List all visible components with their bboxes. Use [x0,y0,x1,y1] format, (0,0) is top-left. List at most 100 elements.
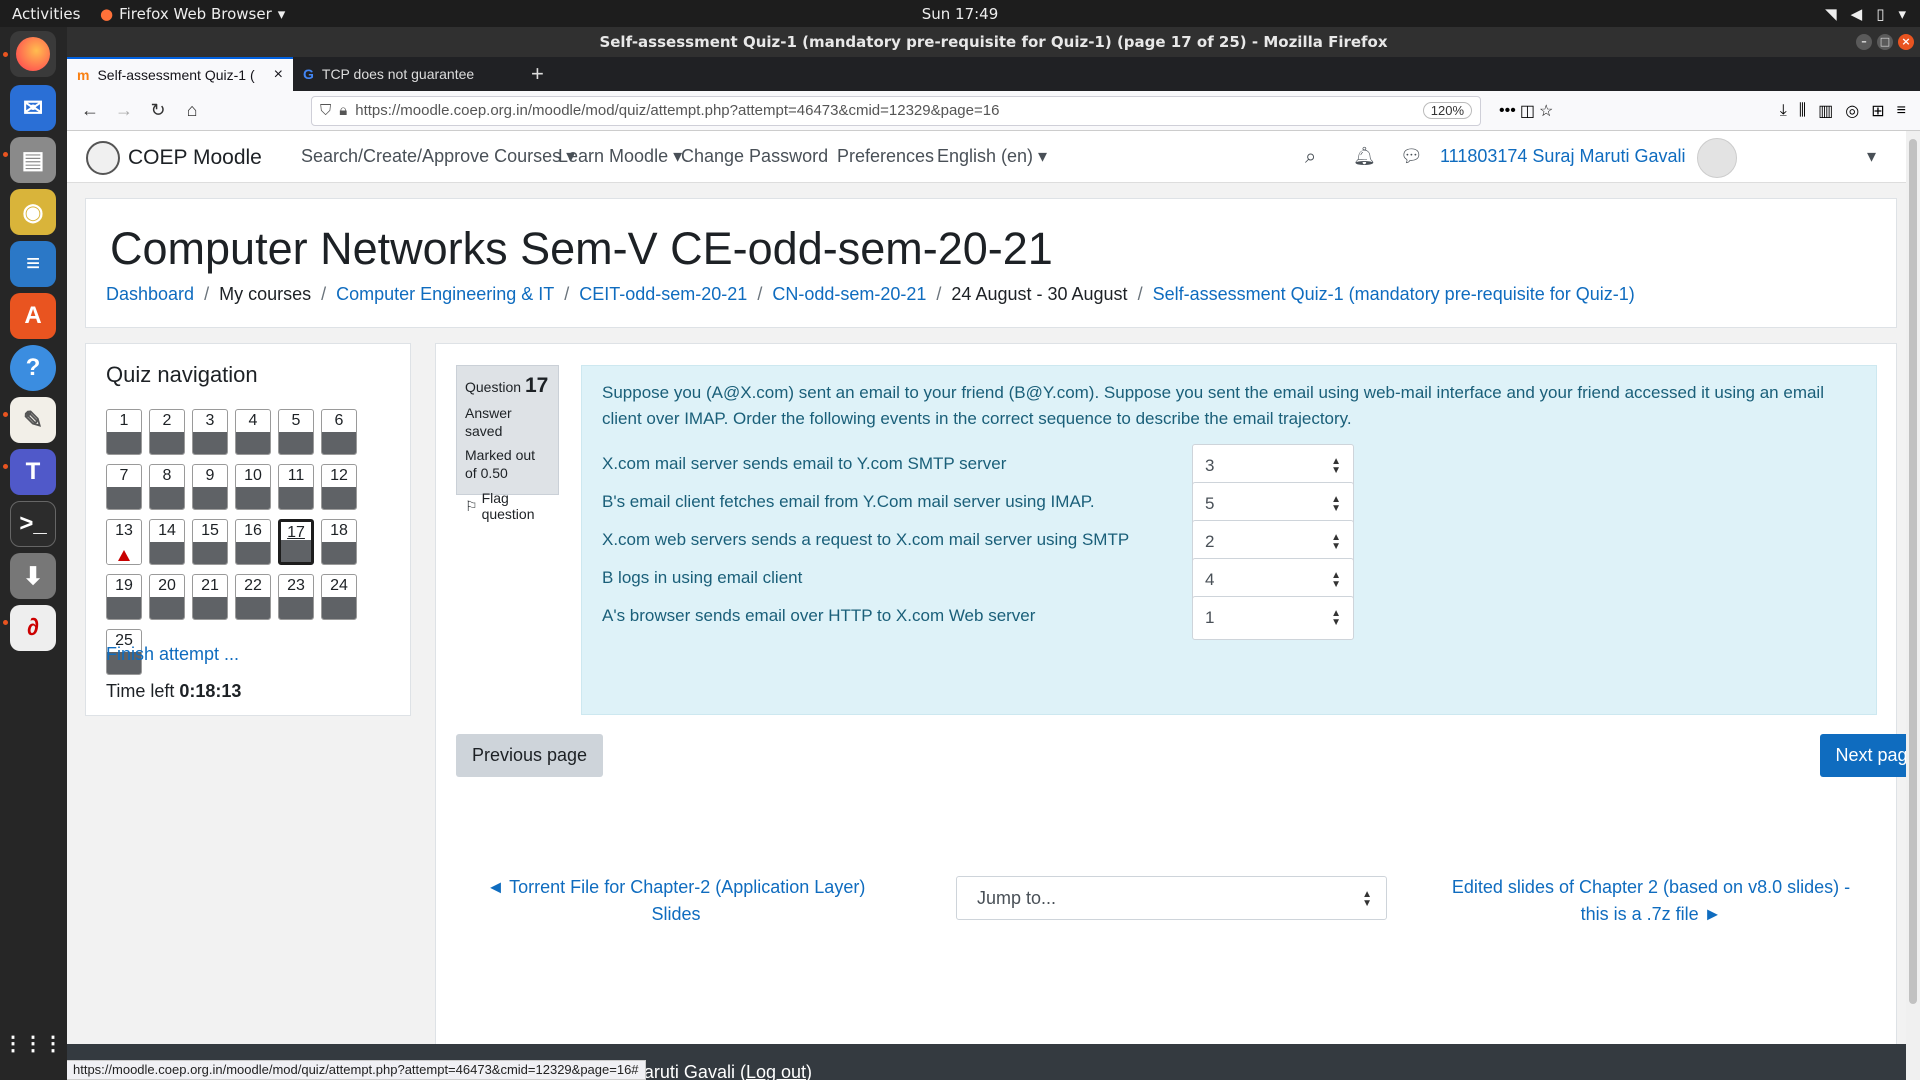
tab-quiz[interactable]: m Self-assessment Quiz-1 ( × [67,57,293,91]
quiz-nav-question-10[interactable]: 10 [235,464,271,510]
close-window-button[interactable]: × [1898,34,1914,50]
teams-dock-icon[interactable]: T [10,449,56,495]
installer-dock-icon[interactable]: ⬇ [10,553,56,599]
quiz-nav-question-2[interactable]: 2 [149,409,185,455]
quiz-nav-question-21[interactable]: 21 [192,574,228,620]
select-arrows-icon: ▲ ▼ [1331,608,1341,628]
nav-language[interactable]: English (en) ▾ [937,146,1047,167]
quiz-nav-question-3[interactable]: 3 [192,409,228,455]
breadcrumb-category[interactable]: Computer Engineering & IT [336,284,554,305]
nav-learn-moodle[interactable]: Learn Moodle ▾ [558,146,682,167]
user-menu-name[interactable]: 111803174 Suraj Maruti Gavali [1440,146,1685,167]
minimize-button[interactable]: – [1856,34,1872,50]
tab-google-search[interactable]: G TCP does not guarantee [293,57,519,91]
logout-link[interactable]: Log out [746,1062,806,1080]
show-applications-icon[interactable]: ⋮⋮⋮ [3,1020,63,1066]
help-dock-icon[interactable]: ? [10,345,56,391]
pocket-icon[interactable]: ◫ [1520,101,1535,121]
finish-attempt-link[interactable]: Finish attempt ... [106,644,239,665]
search-icon[interactable]: ⌕ [1305,146,1316,169]
page-actions-icon[interactable]: ••• [1499,102,1516,120]
nav-preferences[interactable]: Preferences [837,146,934,167]
previous-activity-link[interactable]: ◄ Torrent File for Chapter-2 (Applicatio… [486,874,866,928]
thunderbird-dock-icon[interactable]: ✉ [10,85,56,131]
app-menu[interactable]: ● Firefox Web Browser ▾ [100,5,285,23]
downloads-icon[interactable]: ⤓ [1780,102,1787,120]
extensions-icon[interactable]: ⊞ [1871,101,1884,121]
shield-icon[interactable]: ⛉ [320,102,331,119]
quiz-nav-question-1[interactable]: 1 [106,409,142,455]
sidebar-icon[interactable]: ▥ [1818,101,1833,121]
files-dock-icon[interactable]: ▤ [10,137,56,183]
site-brand[interactable]: COEP Moodle [86,141,262,175]
clock[interactable]: Sun 17:49 [922,5,999,23]
breadcrumb-subcategory[interactable]: CEIT-odd-sem-20-21 [579,284,747,305]
quiz-nav-question-16[interactable]: 16 [235,519,271,565]
page-scrollbar[interactable] [1906,131,1920,1080]
quiz-nav-question-9[interactable]: 9 [192,464,228,510]
reload-button[interactable]: ↻ [143,96,173,126]
quiz-nav-question-24[interactable]: 24 [321,574,357,620]
previous-page-button[interactable]: Previous page [456,734,603,777]
maximize-button[interactable]: □ [1877,34,1893,50]
breadcrumb-quiz[interactable]: Self-assessment Quiz-1 (mandatory pre-re… [1153,284,1635,305]
jump-to-select[interactable]: Jump to... ▲ ▼ [956,876,1387,920]
quiz-nav-question-23[interactable]: 23 [278,574,314,620]
breadcrumb-course[interactable]: CN-odd-sem-20-21 [772,284,926,305]
avatar[interactable] [1697,138,1737,178]
url-text[interactable]: https://moodle.coep.org.in/moodle/mod/qu… [355,102,1415,119]
close-tab-icon[interactable]: × [274,66,283,84]
quiz-nav-question-19[interactable]: 19 [106,574,142,620]
quiz-nav-question-7[interactable]: 7 [106,464,142,510]
flag-question-link[interactable]: ⚐ Flag question [465,490,550,522]
quiz-nav-question-8[interactable]: 8 [149,464,185,510]
quiz-nav-state [322,597,356,619]
quiz-nav-question-13[interactable]: 13 [106,519,142,565]
quiz-nav-question-20[interactable]: 20 [149,574,185,620]
bookmark-star-icon[interactable]: ☆ [1539,101,1553,121]
quiz-nav-number: 4 [248,412,258,429]
url-bar[interactable]: ⛉ 🔒︎ https://moodle.coep.org.in/moodle/m… [311,95,1481,126]
forward-button[interactable]: → [109,96,139,126]
quiz-nav-question-11[interactable]: 11 [278,464,314,510]
messages-icon[interactable]: 💬︎ [1400,146,1423,167]
quiz-nav-question-14[interactable]: 14 [149,519,185,565]
library-icon[interactable]: ⫼ [1799,102,1806,120]
notifications-bell-icon[interactable]: 🔔︎ [1353,146,1376,167]
quiz-nav-question-22[interactable]: 22 [235,574,271,620]
quiz-nav-question-15[interactable]: 15 [192,519,228,565]
nav-search-create-courses[interactable]: Search/Create/Approve Courses ▾ [301,146,575,167]
system-tray[interactable]: ◥ ◀ ▯ ▾ [1825,5,1906,23]
ordering-position-select[interactable]: 1 ▲ ▼ [1192,596,1354,640]
quiz-nav-question-5[interactable]: 5 [278,409,314,455]
account-icon[interactable]: ◎ [1845,101,1859,121]
text-editor-dock-icon[interactable]: ✎ [10,397,56,443]
firefox-dock-icon[interactable] [10,31,56,77]
quiz-nav-number: 5 [291,412,301,429]
terminal-dock-icon[interactable]: >_ [10,501,56,547]
home-button[interactable]: ⌂ [177,96,207,126]
dock: ✉ ▤ ◉ ≡ A ? ✎ T >_ ⬇ ∂ ⋮⋮⋮ [0,27,67,1080]
quiz-nav-question-6[interactable]: 6 [321,409,357,455]
scrollbar-thumb[interactable] [1909,139,1917,1004]
quiz-nav-question-17[interactable]: 17 [278,519,314,565]
quiz-nav-question-18[interactable]: 18 [321,519,357,565]
quiz-nav-question-4[interactable]: 4 [235,409,271,455]
lock-icon[interactable]: 🔒︎ [339,102,347,119]
nav-change-password[interactable]: Change Password [681,146,828,167]
back-button[interactable]: ← [75,96,105,126]
page-title: Computer Networks Sem-V CE-odd-sem-20-21 [110,223,1053,274]
next-activity-link[interactable]: Edited slides of Chapter 2 (based on v8.… [1441,874,1861,928]
new-tab-button[interactable]: + [519,57,556,91]
user-menu-chevron-icon[interactable]: ▾ [1867,146,1876,167]
menu-icon[interactable]: ≡ [1897,102,1906,120]
zoom-indicator[interactable]: 120% [1422,102,1472,119]
activities-button[interactable]: Activities [12,5,80,23]
pdf-viewer-dock-icon[interactable]: ∂ [10,605,56,651]
libreoffice-writer-dock-icon[interactable]: ≡ [10,241,56,287]
quiz-nav-question-12[interactable]: 12 [321,464,357,510]
next-page-button[interactable]: Next page [1820,734,1920,777]
rhythmbox-dock-icon[interactable]: ◉ [10,189,56,235]
software-dock-icon[interactable]: A [10,293,56,339]
breadcrumb-dashboard[interactable]: Dashboard [106,284,194,305]
